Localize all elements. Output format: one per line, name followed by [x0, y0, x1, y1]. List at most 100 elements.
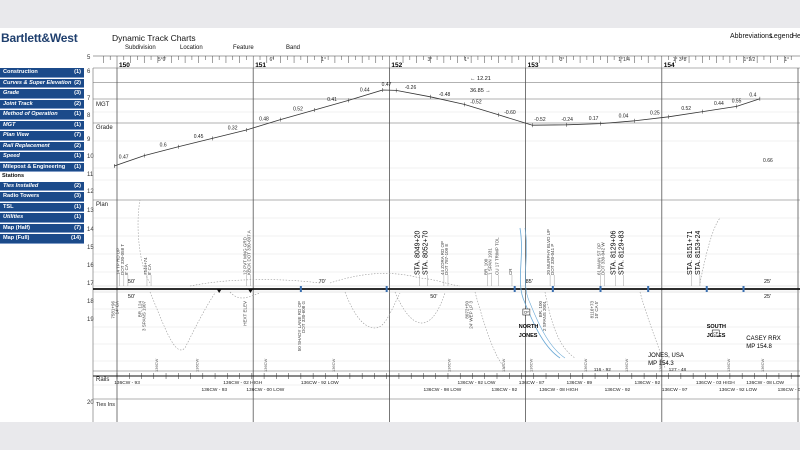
grade-value-label: 0.44: [360, 87, 370, 93]
rail-section-label: 136CW - 93: [114, 380, 140, 386]
rail-section-label: 136CW - 92 LOW: [719, 387, 757, 393]
grade-value-label: 0.47: [119, 155, 129, 161]
grade-value-label: 0.32: [228, 125, 238, 131]
rail-vertical-label: 136CW: [195, 358, 200, 372]
grade-value-label: 0.4: [749, 93, 756, 99]
grade-value-label: -0.48: [439, 92, 451, 98]
plan-feature-label: 3 SPANS 1907: [142, 301, 147, 331]
plan-feature-label: CU 17 TRIMP TOL: [494, 237, 499, 275]
map-place-label: JONES: [519, 333, 538, 339]
rail-section-label: 127 - 48: [669, 367, 687, 373]
plan-dimension-label: 85': [526, 279, 533, 285]
plan-feature-label: DOT 330-042 W: [601, 242, 606, 275]
map-place-label: JONES, USA: [648, 353, 684, 359]
map-place-label: NORTH: [519, 324, 539, 330]
row-boundary-dotted: [149, 291, 216, 351]
rail-section-label: 136CW - 87: [519, 380, 545, 386]
station-marker: [551, 286, 554, 292]
plan-feature-label: 10' CA 5': [594, 301, 599, 319]
rail-section-label: 136CW - 97: [662, 387, 688, 393]
rail-section-label: 136CW - 92 LOW: [458, 380, 496, 386]
rail-section-label: 136CW - 92: [605, 387, 631, 393]
curve-degree-label: 3°: [560, 57, 565, 63]
milepost-label: 152: [391, 62, 402, 69]
curve-degree-label: 1° 3°8': [673, 57, 688, 63]
rail-section-label: 116 - 92: [594, 367, 612, 373]
browser-bottom-strip: [0, 422, 800, 450]
row-label-plan: Plan: [96, 202, 108, 208]
grade-value-label: -0.60: [504, 110, 516, 116]
mgt-value: 36.85 →: [470, 88, 491, 94]
row-boundary-dotted: [189, 279, 321, 287]
crossing-marker: [247, 289, 253, 293]
curve-degree-label: 1°: [321, 57, 326, 63]
row-number: 5: [87, 55, 91, 61]
station-flag-icon: CP: [524, 311, 530, 315]
grade-value-label: 0.48: [259, 117, 269, 123]
plan-dimension-label: 50': [430, 294, 437, 300]
grade-profile-line: [114, 89, 761, 167]
row-number: 9: [87, 137, 91, 143]
plan-feature-label: HEXT ELEV: [242, 301, 247, 326]
curve-degree-label: 5°0': [158, 57, 167, 63]
rail-section-label: 136CW - 92 LOW: [301, 380, 339, 386]
rail-vertical-label: 136CW: [154, 358, 159, 372]
grade-value-label: -0.24: [561, 117, 573, 123]
map-place-label: SOUTH: [707, 324, 726, 330]
rail-vertical-label: 136CW: [658, 358, 663, 372]
plan-dimension-label: 25': [764, 294, 771, 300]
rail-vertical-label: 136CW: [331, 358, 336, 372]
curve-degree-label: 6°: [270, 57, 275, 63]
row-label-mgt: MGT: [96, 102, 110, 108]
plan-feature-label: 1 SPAN 1931: [488, 248, 493, 275]
rail-section-label: 136CW - 08 HIGH: [539, 387, 578, 393]
plan-dimension-label: 25': [764, 279, 771, 285]
row-number: 7: [87, 96, 91, 102]
row-label-ties: Ties Ins: [96, 402, 115, 408]
row-boundary-dotted: [394, 291, 446, 324]
row-number: 8: [87, 113, 91, 119]
grade-value-label: 0.52: [293, 107, 303, 113]
rail-section-label: 136CW - 02 HIGH: [223, 380, 262, 386]
rail-vertical-label: 136CW: [528, 358, 533, 372]
plan-feature-label: DOT 330-608 G: [301, 301, 306, 333]
plan-feature-label: STA. 8049+20: [414, 230, 421, 275]
rail-section-label: 136CW - 89: [566, 380, 592, 386]
plan-feature-label: STA. 8129+06: [610, 230, 617, 275]
rail-section-label: 136CW - 03: [778, 387, 800, 393]
grade-value-label: 0.45: [194, 134, 204, 140]
rail-vertical-label: 136CW: [624, 358, 629, 372]
rail-vertical-label: 136CW: [447, 358, 452, 372]
row-number: 6: [87, 69, 91, 75]
curve-degree-label: 1°: [784, 57, 789, 63]
row-boundary-dotted: [344, 291, 401, 329]
station-marker: [513, 286, 516, 292]
grade-value-label: 0.04: [619, 114, 629, 120]
grade-value-label: 0.25: [650, 110, 660, 116]
row-boundary-dotted: [474, 291, 506, 369]
rail-vertical-label: 136CW: [501, 358, 506, 372]
plan-feature-label: CR: [508, 268, 513, 275]
map-place-label: MP 154.8: [746, 344, 772, 350]
milepost-label: 153: [528, 62, 539, 69]
plan-dimension-label: 50': [128, 294, 135, 300]
curve-degree-label: 3°: [428, 57, 433, 63]
station-marker: [299, 286, 302, 292]
milepost-label: 150: [119, 62, 130, 69]
grade-value-label: 0.6: [160, 142, 167, 148]
station-marker: [647, 286, 650, 292]
plan-dimension-label: 70': [319, 279, 326, 285]
plan-feature-label: 24' WEP LP 3: [468, 301, 473, 329]
mgt-value: ← 12.21: [470, 76, 491, 82]
grade-value-label: 0.52: [681, 106, 691, 112]
row-label-grade: Grade: [96, 125, 113, 131]
track-chart: 567891011121314151617181920MGTGradePlanR…: [87, 55, 800, 422]
plan-feature-label: 8' CA: [147, 264, 152, 275]
grade-value-label: -0.26: [405, 85, 417, 91]
grade-value-label: -0.52: [534, 117, 546, 123]
curve-degree-label: 1°1/2: [744, 57, 756, 63]
rail-section-label: 136CW - 92: [635, 380, 661, 386]
plan-feature-label: STA. 8153+24: [695, 230, 702, 275]
crossing-marker: [216, 289, 222, 293]
track-chart-app: Bartlett&West Dynamic Track Charts Abbre…: [0, 28, 800, 422]
